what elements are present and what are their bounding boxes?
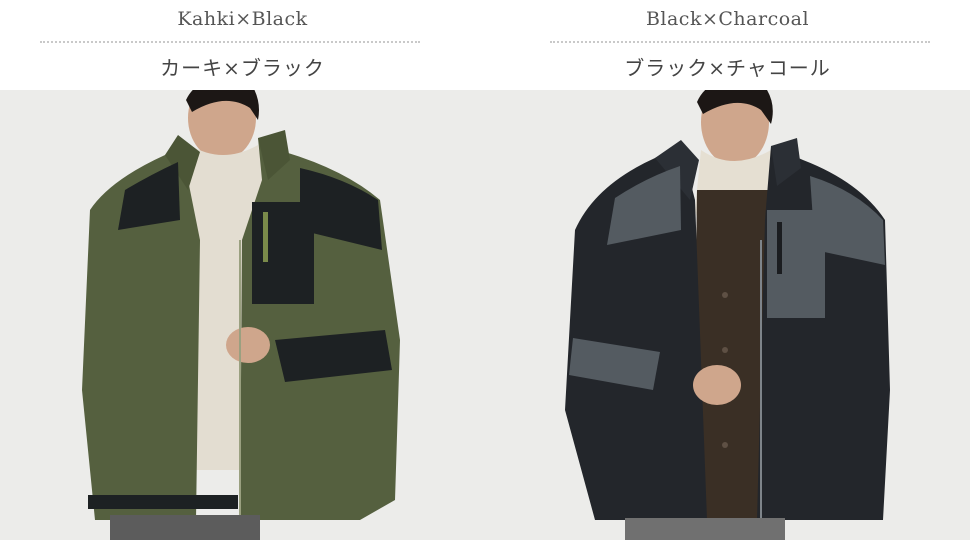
variant-name-english: Black×Charcoal [645,8,810,30]
variant-name-english: Kahki×Black [177,8,308,30]
color-variant-black-charcoal: Black×Charcoal ブラック×チャコール [485,0,970,540]
product-photo-khaki-black [0,90,485,540]
variant-header: Kahki×Black カーキ×ブラック [0,0,485,90]
dotted-divider [40,41,420,43]
variant-name-japanese: ブラック×チャコール [624,56,831,80]
product-color-comparison: Kahki×Black カーキ×ブラック Black×Charcoal ブラック… [0,0,970,540]
color-variant-khaki-black: Kahki×Black カーキ×ブラック [0,0,485,540]
variant-name-japanese: カーキ×ブラック [160,56,325,80]
variant-header: Black×Charcoal ブラック×チャコール [485,0,970,90]
product-photo-black-charcoal [485,90,970,540]
dotted-divider [550,41,930,43]
